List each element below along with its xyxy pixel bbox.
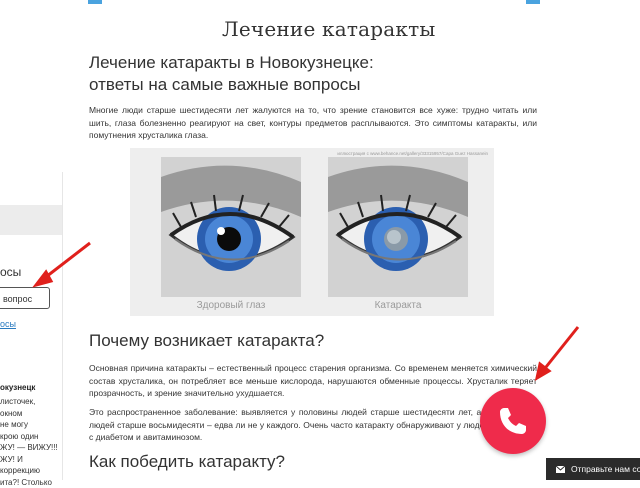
sidebar-text-line: не могу: [0, 419, 62, 431]
top-accent-right: [526, 0, 540, 4]
phone-icon: [495, 403, 531, 439]
why-heading: Почему возникает катаракта?: [89, 331, 324, 351]
cataract-eye-image: [328, 157, 468, 297]
sidebar-review-text: листочек, окном не могу крою один ЖУ! — …: [0, 396, 62, 488]
chat-bar[interactable]: Отправьте нам соо: [546, 458, 640, 480]
how-heading: Как победить катаракту?: [89, 452, 285, 472]
eye-comparison-figure: иллюстрация с www.behance.net/gallery/33…: [130, 148, 494, 316]
article-heading-line1: Лечение катаракты в Новокузнецке:: [89, 52, 374, 74]
healthy-eye-image: [161, 157, 301, 297]
sidebar-heading: осы: [0, 265, 21, 279]
healthy-eye-caption: Здоровый глаз: [161, 300, 301, 311]
sidebar-link[interactable]: осы: [0, 319, 16, 329]
ask-question-button[interactable]: вопрос: [0, 287, 50, 309]
cataract-eye-caption: Катаракта: [328, 300, 468, 311]
sidebar-text-line: коррекцию: [0, 465, 62, 477]
article-heading: Лечение катаракты в Новокузнецке: ответы…: [89, 52, 374, 96]
sidebar-gray-block: [0, 205, 62, 235]
sidebar-text-line: ЖУ! — ВИЖУ!!!: [0, 442, 62, 454]
why-paragraph: Основная причина катаракты – естественны…: [89, 362, 537, 400]
sidebar-city: окузнецк: [0, 383, 35, 392]
call-button[interactable]: [480, 388, 546, 454]
sidebar-text-line: крою один: [0, 431, 62, 443]
sidebar-text-line: ита?! Столько: [0, 477, 62, 488]
mail-icon: [556, 466, 565, 473]
sidebar-text-line: листочек,: [0, 396, 62, 408]
article-heading-line2: ответы на самые важные вопросы: [89, 74, 374, 96]
chat-bar-label: Отправьте нам соо: [571, 464, 640, 474]
intro-paragraph: Многие люди старше шестидесяти лет жалую…: [89, 104, 537, 142]
common-paragraph: Это распространенное заболевание: выявля…: [89, 406, 489, 444]
top-accent-left: [88, 0, 102, 4]
sidebar-text-line: ЖУ! И: [0, 454, 62, 466]
sidebar-text-line: окном: [0, 408, 62, 420]
arrow-icon: [537, 327, 578, 378]
page-title: Лечение катаракты: [222, 17, 435, 41]
image-credit: иллюстрация с www.behance.net/gallery/33…: [337, 151, 488, 156]
